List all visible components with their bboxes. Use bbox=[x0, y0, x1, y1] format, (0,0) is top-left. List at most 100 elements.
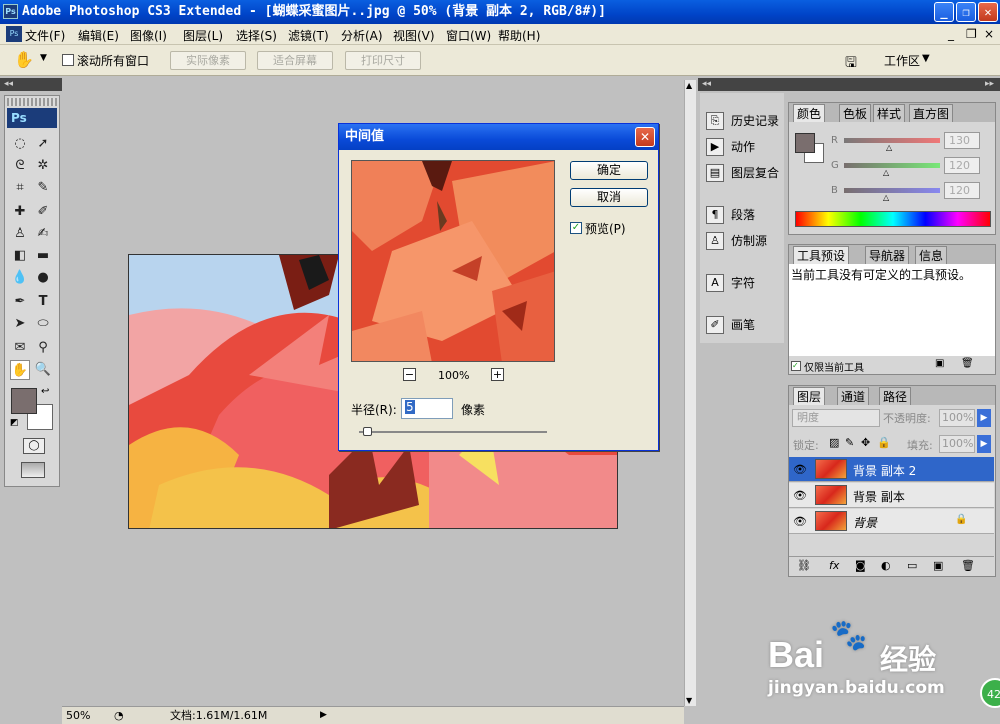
toolbox-grip[interactable] bbox=[7, 98, 57, 106]
channel-b-slider[interactable] bbox=[844, 188, 940, 193]
history-brush-tool-icon[interactable]: ✍ bbox=[33, 224, 53, 244]
visibility-eye-icon[interactable]: 👁 bbox=[793, 515, 807, 528]
tab-swatches[interactable]: 色板 bbox=[839, 104, 872, 122]
delete-preset-icon[interactable]: 🗑 bbox=[961, 358, 974, 369]
menu-view[interactable]: 视图(V) bbox=[393, 27, 435, 44]
dock-item-actions[interactable]: ▶ 动作 bbox=[703, 135, 783, 159]
healing-brush-tool-icon[interactable]: ✚ bbox=[10, 202, 30, 222]
scroll-all-checkbox[interactable] bbox=[62, 54, 74, 66]
channel-g-thumb[interactable]: △ bbox=[883, 168, 889, 177]
channel-b-thumb[interactable]: △ bbox=[883, 193, 889, 202]
clone-stamp-tool-icon[interactable]: ♙ bbox=[10, 224, 30, 244]
link-layers-icon[interactable]: ⛓ bbox=[797, 559, 811, 572]
dodge-tool-icon[interactable]: ● bbox=[33, 268, 53, 288]
radius-input[interactable]: 5 bbox=[401, 398, 453, 419]
menu-file[interactable]: 文件(F) bbox=[25, 27, 65, 44]
tab-histogram[interactable]: 直方图 bbox=[909, 104, 954, 122]
move-tool-icon[interactable]: ➚ bbox=[33, 134, 53, 154]
eyedropper-slice-tool-icon[interactable]: ✎ bbox=[33, 178, 53, 198]
cancel-button[interactable]: 取消 bbox=[570, 188, 648, 207]
restore-button[interactable]: ❐ bbox=[956, 2, 976, 22]
menu-select[interactable]: 选择(S) bbox=[236, 27, 277, 44]
opacity-arrow-icon[interactable]: ▶ bbox=[977, 409, 991, 427]
ok-button[interactable]: 确定 bbox=[570, 161, 648, 180]
color-fg-swatch[interactable] bbox=[795, 133, 815, 153]
swap-colors-icon[interactable]: ↩ bbox=[41, 386, 49, 397]
workspace-menu[interactable]: 工作区 bbox=[884, 52, 920, 69]
visibility-eye-icon[interactable]: 👁 bbox=[793, 489, 807, 502]
path-selection-tool-icon[interactable]: ➤ bbox=[10, 314, 30, 334]
eyedropper-tool-icon[interactable]: ⚲ bbox=[33, 338, 53, 358]
blend-mode-select[interactable]: 明度 bbox=[792, 409, 880, 427]
color-ramp[interactable] bbox=[795, 211, 991, 227]
dock-item-clone-source[interactable]: ♙ 仿制源 bbox=[703, 229, 783, 253]
lasso-tool-icon[interactable]: ᘓ bbox=[10, 156, 30, 176]
new-preset-icon[interactable]: ▣ bbox=[935, 358, 944, 369]
lock-pixels-icon[interactable]: ✎ bbox=[845, 436, 854, 449]
scroll-down-icon[interactable]: ▼ bbox=[686, 696, 692, 705]
quick-mask-icon[interactable]: ◯ bbox=[23, 438, 45, 454]
shape-tool-icon[interactable]: ⬭ bbox=[33, 314, 53, 334]
radius-slider-thumb[interactable] bbox=[362, 427, 372, 436]
fill-arrow-icon[interactable]: ▶ bbox=[977, 435, 991, 453]
dock-item-history[interactable]: ⎘ 历史记录 bbox=[703, 109, 783, 133]
print-size-button[interactable]: 打印尺寸 bbox=[345, 51, 421, 70]
current-tool-only-checkbox[interactable]: ✓ bbox=[791, 361, 801, 371]
fill-input[interactable]: 100% bbox=[939, 435, 975, 453]
dialog-close-button[interactable]: ✕ bbox=[635, 127, 655, 147]
doc-restore-button[interactable]: ❐ bbox=[966, 27, 977, 41]
lock-transparency-icon[interactable]: ▨ bbox=[829, 436, 839, 449]
tab-info[interactable]: 信息 bbox=[915, 246, 948, 264]
new-group-icon[interactable]: ▭ bbox=[907, 559, 917, 572]
preview-checkbox[interactable]: ✓ bbox=[570, 222, 582, 234]
tab-layers[interactable]: 图层 bbox=[793, 387, 826, 405]
menu-window[interactable]: 窗口(W) bbox=[446, 27, 491, 44]
lock-all-icon[interactable]: 🔒 bbox=[877, 436, 891, 449]
status-info-icon[interactable]: ◔ bbox=[114, 707, 124, 724]
lock-position-icon[interactable]: ✥ bbox=[861, 436, 870, 449]
default-colors-icon[interactable]: ◩ bbox=[10, 418, 19, 428]
layer-style-icon[interactable]: fx bbox=[829, 559, 839, 572]
panels-collapse-bar[interactable]: ◂◂ ▸▸ bbox=[698, 78, 1000, 91]
badge-counter[interactable]: 42 bbox=[980, 678, 1000, 708]
foreground-color-swatch[interactable] bbox=[11, 388, 37, 414]
vertical-scrollbar[interactable]: ▲ ▼ bbox=[684, 80, 696, 706]
workspace-icon[interactable]: 🖫 bbox=[845, 52, 857, 76]
menu-layer[interactable]: 图层(L) bbox=[183, 27, 223, 44]
menu-help[interactable]: 帮助(H) bbox=[498, 27, 540, 44]
doc-close-button[interactable]: × bbox=[984, 27, 994, 41]
marquee-tool-icon[interactable]: ◌ bbox=[10, 134, 30, 154]
doc-minimize-button[interactable]: _ bbox=[948, 27, 954, 41]
menu-analysis[interactable]: 分析(A) bbox=[341, 27, 383, 44]
tab-navigator[interactable]: 导航器 bbox=[865, 246, 910, 264]
minimize-button[interactable]: _ bbox=[934, 2, 954, 22]
gradient-tool-icon[interactable]: ▬ bbox=[33, 246, 53, 266]
dock-item-paragraph[interactable]: ¶ 段落 bbox=[703, 203, 783, 227]
blur-tool-icon[interactable]: 💧 bbox=[10, 268, 30, 288]
dock-item-layer-comps[interactable]: ▤ 图层复合 bbox=[703, 161, 783, 185]
tab-paths[interactable]: 路径 bbox=[879, 387, 912, 405]
preview-pane[interactable] bbox=[351, 160, 555, 362]
tab-styles[interactable]: 样式 bbox=[873, 104, 906, 122]
tab-color[interactable]: 颜色 bbox=[793, 104, 826, 122]
crop-tool-icon[interactable]: ⌗ bbox=[10, 178, 30, 198]
channel-b-input[interactable]: 120 bbox=[944, 182, 980, 199]
status-zoom[interactable]: 50% bbox=[66, 707, 90, 724]
workspace-chevron-icon[interactable]: ▼ bbox=[922, 53, 930, 64]
channel-g-input[interactable]: 120 bbox=[944, 157, 980, 174]
layer-mask-icon[interactable]: ◙ bbox=[855, 559, 866, 572]
close-button[interactable]: ✕ bbox=[978, 2, 998, 22]
menu-image[interactable]: 图像(I) bbox=[130, 27, 167, 44]
new-layer-icon[interactable]: ▣ bbox=[933, 559, 943, 572]
channel-r-thumb[interactable]: △ bbox=[886, 143, 892, 152]
magic-wand-tool-icon[interactable]: ✲ bbox=[33, 156, 53, 176]
zoom-in-button[interactable]: + bbox=[491, 368, 504, 381]
visibility-eye-icon[interactable]: 👁 bbox=[793, 463, 807, 476]
radius-slider-track[interactable] bbox=[359, 431, 547, 433]
notes-tool-icon[interactable]: ✉ bbox=[10, 338, 30, 358]
channel-g-slider[interactable] bbox=[844, 163, 940, 168]
zoom-out-button[interactable]: − bbox=[403, 368, 416, 381]
delete-layer-icon[interactable]: 🗑 bbox=[961, 559, 975, 572]
chevron-down-icon[interactable]: ▼ bbox=[40, 53, 47, 63]
layer-row[interactable]: 👁 背景 副本 2 bbox=[789, 457, 994, 482]
